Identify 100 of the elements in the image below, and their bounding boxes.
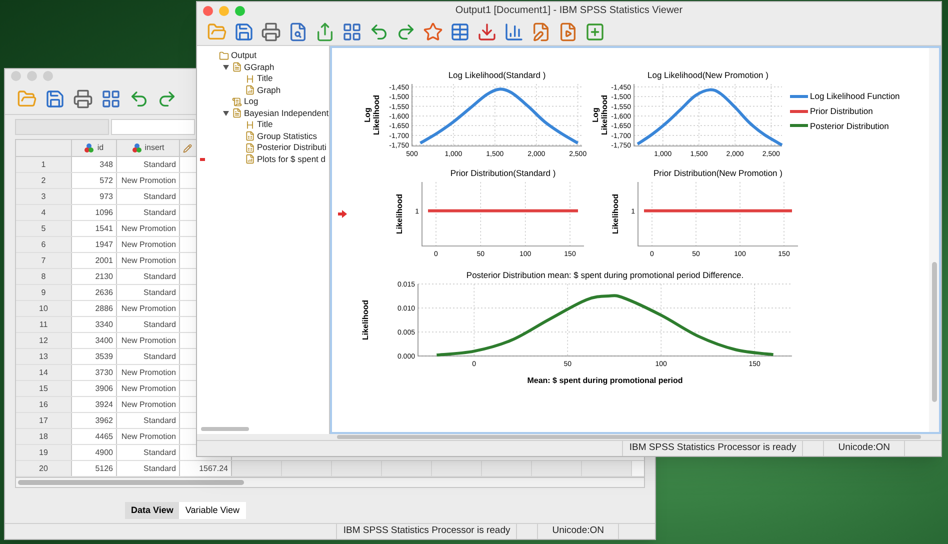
table-cell: Standard — [117, 205, 180, 220]
table-cell: Standard — [117, 285, 180, 300]
row-number[interactable]: 14 — [16, 365, 72, 380]
row-number[interactable]: 15 — [16, 381, 72, 396]
row-number[interactable]: 20 — [16, 461, 72, 476]
row-number[interactable]: 6 — [16, 237, 72, 252]
table-cell: New Promotion — [117, 429, 180, 444]
table-document-icon — [245, 142, 255, 153]
table-cell: 3340 — [72, 317, 117, 332]
row-number[interactable]: 18 — [16, 429, 72, 444]
outline-item[interactable]: Group Statistics — [257, 130, 317, 143]
current-item-arrow-icon — [338, 210, 347, 218]
nominal-variable-icon — [84, 143, 94, 153]
outline-item[interactable]: Log — [244, 95, 258, 108]
outline-item[interactable]: Bayesian Independent — [244, 106, 329, 120]
column-header[interactable]: id — [72, 140, 117, 156]
chart-title: Prior Distribution(New Promotion ) — [654, 168, 782, 178]
scrollbar-thumb[interactable] — [932, 262, 936, 402]
row-number[interactable]: 17 — [16, 413, 72, 428]
table-cell: New Promotion — [117, 381, 180, 396]
outline-item[interactable]: Title — [257, 72, 273, 86]
scrollbar-thumb[interactable] — [337, 435, 921, 439]
table-cell: 348 — [72, 157, 117, 172]
row-number[interactable]: 10 — [16, 301, 72, 316]
chart-document-icon — [245, 154, 255, 164]
window-title: Output1 [Document1] - IBM SPSS Statistics Viewer — [455, 4, 683, 18]
status-encoding: Unicode:ON — [537, 524, 619, 539]
row-number[interactable]: 2 — [16, 173, 72, 188]
table-cell: New Promotion — [117, 397, 180, 412]
outline-item[interactable]: Output — [231, 49, 257, 62]
row-number[interactable]: 9 — [16, 285, 72, 300]
close-button[interactable] — [203, 6, 213, 16]
row-number[interactable]: 7 — [16, 253, 72, 268]
outline-item[interactable]: Title — [257, 118, 273, 132]
print-icon[interactable] — [259, 20, 283, 44]
row-number[interactable]: 16 — [16, 397, 72, 412]
outline-item[interactable]: Plots for $ spent d — [257, 152, 326, 166]
legend-label: Posterior Distribution — [810, 120, 889, 132]
legend-label: Log Likelihood Function — [810, 90, 900, 103]
pencil-icon — [183, 144, 192, 152]
row-number[interactable]: 12 — [16, 333, 72, 348]
chart-title: Prior Distribution(Standard ) — [450, 168, 556, 178]
y-axis-label: Likelihood — [611, 194, 620, 234]
table-cell: New Promotion — [117, 365, 180, 380]
table-cell: 3539 — [72, 349, 117, 364]
column-header[interactable]: insert — [117, 140, 180, 156]
y-axis-label: Likelihood — [361, 300, 370, 340]
table-cell: 5126 — [72, 461, 117, 476]
table-cell: 3962 — [72, 413, 117, 428]
row-number[interactable]: 11 — [16, 317, 72, 332]
scrollbar-thumb[interactable] — [201, 427, 249, 431]
table-cell: 1096 — [72, 205, 117, 220]
x-axis-label: Mean: $ spent during promotional period — [527, 376, 683, 385]
table-cell: New Promotion — [117, 253, 180, 268]
column-label: id — [97, 142, 104, 154]
table-cell: Standard — [117, 157, 180, 172]
row-number[interactable]: 4 — [16, 205, 72, 220]
log-icon — [232, 96, 242, 107]
table-cell: 1567.24 — [199, 462, 228, 474]
y-axis-label: Likelihood — [395, 194, 404, 234]
legend-label: Prior Distribution — [810, 104, 873, 118]
outline-item[interactable]: Posterior Distributi — [257, 141, 326, 154]
view-tab[interactable]: Variable View — [179, 502, 246, 519]
expanded-triangle-icon[interactable] — [223, 64, 229, 70]
chart-title: Log Likelihood(Standard ) — [448, 70, 546, 80]
cell-value-field[interactable] — [111, 119, 195, 135]
table-cell: 3924 — [72, 397, 117, 412]
heading-icon — [245, 120, 255, 130]
outline-item[interactable]: GGraph — [244, 60, 274, 74]
row-number[interactable]: 8 — [16, 269, 72, 284]
row-number[interactable]: 1 — [16, 157, 72, 172]
table-cell: New Promotion — [117, 301, 180, 316]
row-number[interactable]: 5 — [16, 221, 72, 236]
table-cell: Standard — [117, 349, 180, 364]
table-cell: New Promotion — [117, 221, 180, 236]
outline-item[interactable]: Graph — [257, 84, 281, 97]
table-cell: 4465 — [72, 429, 117, 444]
row-number[interactable]: 3 — [16, 189, 72, 204]
table-document-icon — [245, 131, 255, 142]
cell-name-field[interactable] — [15, 119, 109, 135]
y-axis-label: Log Likelihood — [591, 95, 609, 135]
table-cell: 2636 — [72, 285, 117, 300]
scrollbar-thumb[interactable] — [18, 480, 244, 485]
row-number[interactable]: 19 — [16, 445, 72, 460]
zoom-button[interactable] — [235, 6, 245, 16]
table-cell: 973 — [72, 189, 117, 204]
table-cell: 1947 — [72, 237, 117, 252]
view-tab[interactable]: Data View — [125, 502, 180, 519]
table-cell: 3730 — [72, 365, 117, 380]
row-number[interactable]: 13 — [16, 349, 72, 364]
table-cell: Standard — [117, 445, 180, 460]
chart-document-icon — [245, 85, 255, 96]
expanded-triangle-icon[interactable] — [223, 110, 229, 116]
table-cell: New Promotion — [117, 237, 180, 252]
table-cell: Standard — [117, 413, 180, 428]
table-cell: 2001 — [72, 253, 117, 268]
table-cell: Standard — [117, 317, 180, 332]
table-cell: 2886 — [72, 301, 117, 316]
nominal-variable-icon — [132, 143, 142, 153]
chart-title: Log Likelihood(New Promotion ) — [648, 70, 768, 80]
